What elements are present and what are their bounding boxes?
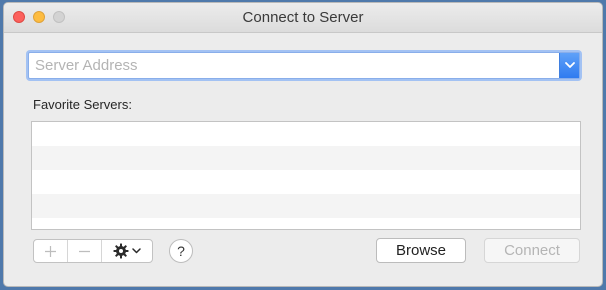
server-address-input[interactable] <box>29 53 557 78</box>
action-menu-button[interactable] <box>102 240 152 262</box>
connect-to-server-window: Connect to Server Favorite Servers: <box>3 2 603 287</box>
title-bar[interactable]: Connect to Server <box>4 3 602 33</box>
browse-button[interactable]: Browse <box>376 238 466 263</box>
add-favorite-button[interactable] <box>34 240 68 262</box>
list-item[interactable] <box>32 218 580 229</box>
list-item[interactable] <box>32 194 580 218</box>
list-item[interactable] <box>32 122 580 146</box>
favorite-servers-list[interactable] <box>31 121 581 230</box>
recent-servers-dropdown-button[interactable] <box>559 53 579 78</box>
minus-icon <box>79 250 90 252</box>
list-item[interactable] <box>32 170 580 194</box>
favorites-toolbar <box>33 239 153 263</box>
list-item[interactable] <box>32 146 580 170</box>
gear-icon <box>113 243 129 259</box>
server-address-combobox[interactable] <box>28 52 580 79</box>
chevron-down-icon <box>132 248 141 254</box>
window-title: Connect to Server <box>242 9 364 26</box>
plus-icon <box>45 245 56 257</box>
chevron-down-icon <box>564 62 575 68</box>
remove-favorite-button[interactable] <box>68 240 102 262</box>
connect-button[interactable]: Connect <box>484 238 580 263</box>
help-button[interactable]: ? <box>169 239 193 263</box>
favorite-servers-label: Favorite Servers: <box>33 97 132 112</box>
